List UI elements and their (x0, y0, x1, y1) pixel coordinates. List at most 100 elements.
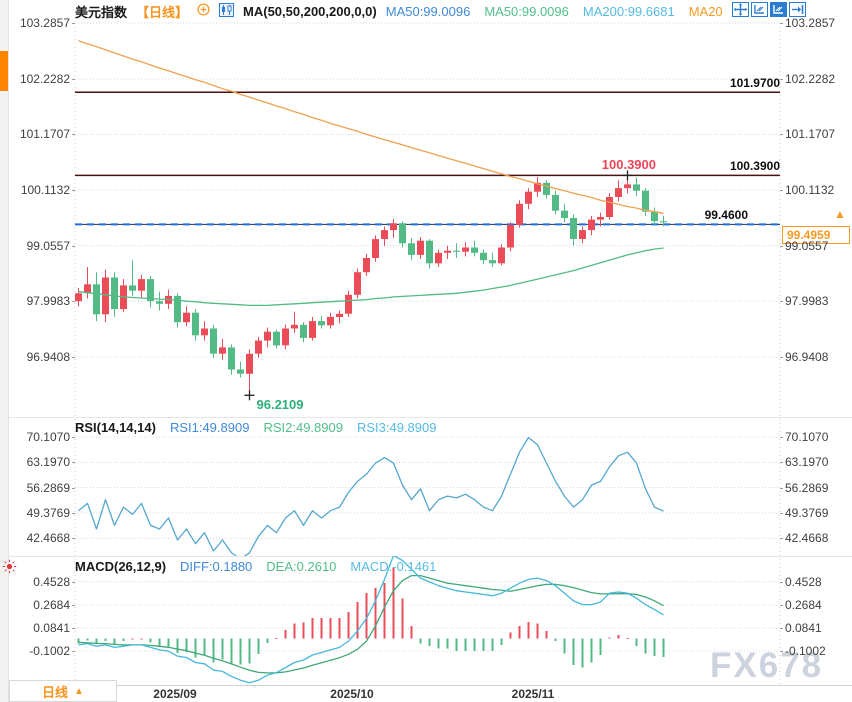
axis-tick (780, 628, 783, 629)
axis-tick (780, 582, 783, 583)
legend-item: RSI2:49.8909 (263, 420, 343, 435)
axis-tick (72, 538, 75, 539)
axis-tick (780, 23, 783, 24)
axis-label: 99.0557 (785, 239, 849, 253)
legend-item: MACD:-0.1461 (350, 559, 436, 574)
kline-chart-icon[interactable] (219, 3, 234, 20)
move-icon[interactable] (732, 2, 749, 20)
level-line-label: 99.4600 (608, 208, 748, 222)
axis-label: 63.1970 (785, 455, 849, 469)
chart-header: 美元指数 【日线】 MA(50,50,200,200,0,0) MA50:99.… (9, 0, 852, 22)
axis-label: 0.2684 (0, 598, 70, 612)
date-axis-bar (0, 685, 852, 702)
axis-tick (72, 79, 75, 80)
chart-window: 美元指数 【日线】 MA(50,50,200,200,0,0) MA50:99.… (0, 0, 852, 702)
axis-tick (72, 357, 75, 358)
legend-item: MA20 (689, 4, 723, 19)
axis-tick (72, 605, 75, 606)
axis-label: 100.1132 (0, 183, 70, 197)
date-label: 2025/10 (330, 687, 373, 701)
axis-tick (72, 246, 75, 247)
ma-legend: MA50:99.0096 MA50:99.0096 MA200:99.6681 MA2… (386, 4, 723, 19)
axis-tick (780, 134, 783, 135)
axis-label: 96.9408 (785, 350, 849, 364)
axis-tick (72, 437, 75, 438)
axis-label: 49.3769 (785, 506, 849, 520)
period-selector-label: 日线 (42, 682, 68, 701)
axis-label: 100.1132 (785, 183, 849, 197)
axis-label: 97.9983 (785, 294, 849, 308)
legend-item: RSI3:49.8909 (357, 420, 437, 435)
period-badge: 【日线】 (136, 2, 188, 21)
axis-tick (780, 651, 783, 652)
ma-settings-label: MA(50,50,200,200,0,0) (243, 4, 377, 19)
rsi-legend: RSI1:49.8909 RSI2:49.8909 RSI3:49.8909 (170, 420, 437, 435)
level-line-label: 100.3900 (640, 159, 780, 173)
axis-tick (72, 462, 75, 463)
date-label: 2025/11 (512, 687, 555, 701)
axis-label: 96.9408 (0, 350, 70, 364)
alert-sun-icon[interactable] (2, 559, 17, 577)
axis-label: 49.3769 (0, 506, 70, 520)
axis-tick (72, 23, 75, 24)
period-selector[interactable]: 日线 ▲ (9, 680, 117, 702)
axis-tick (72, 651, 75, 652)
high-price-label: 100.3900 (570, 158, 656, 172)
axis-tick (780, 301, 783, 302)
date-label: 2025/09 (153, 687, 196, 701)
axis-tick (72, 582, 75, 583)
axis-label: 70.1070 (0, 430, 70, 444)
macd-legend: DIFF:0.1880 DEA:0.2610 MACD:-0.1461 (180, 559, 436, 574)
price-up-arrow-icon: ▲ (834, 208, 846, 220)
legend-item: RSI1:49.8909 (170, 420, 250, 435)
axis-tick (72, 134, 75, 135)
axis-label: 70.1070 (785, 430, 849, 444)
axis-tick (780, 357, 783, 358)
legend-item: MA50:99.0096 (386, 4, 471, 19)
axis-label: 101.1707 (0, 127, 70, 141)
axis-tick (780, 437, 783, 438)
low-price-label: 96.2109 (257, 398, 304, 412)
rsi-header-row: RSI(14,14,14) RSI1:49.8909RSI2:49.8909RS… (75, 420, 436, 435)
axis-tick (780, 513, 783, 514)
axis-label: 56.2869 (0, 481, 70, 495)
legend-item: DEA:0.2610 (266, 559, 336, 574)
axis-tick (780, 79, 783, 80)
axis-tick (72, 190, 75, 191)
macd-header: MACD(26,12,9) (75, 559, 166, 574)
axis-label: 102.2282 (0, 72, 70, 86)
axis-label: 101.1707 (785, 127, 849, 141)
legend-item: MA200:99.6681 (583, 4, 675, 19)
level-line-label: 101.9700 (640, 76, 780, 90)
axis-label: 0.2684 (785, 598, 849, 612)
triangle-up-icon: ▲ (74, 686, 84, 697)
chart-toolbar (732, 2, 806, 20)
axis-tick (780, 462, 783, 463)
axis-tick (72, 628, 75, 629)
macd-header-row: MACD(26,12,9) DIFF:0.1880 DEA:0.2610 MACD:… (75, 559, 436, 574)
left-scrollbar[interactable] (0, 0, 9, 702)
axis-label: 0.4528 (785, 575, 849, 589)
axis-tick (780, 488, 783, 489)
legend-item: MA50:99.0096 (484, 4, 569, 19)
axis-tick (780, 190, 783, 191)
axis-tick (780, 538, 783, 539)
axis-scale-icon[interactable] (751, 2, 768, 20)
axis-label: 42.4668 (0, 531, 70, 545)
axis-tick (72, 488, 75, 489)
pan-right-icon[interactable] (789, 2, 806, 20)
legend-item: DIFF:0.1880 (180, 559, 252, 574)
scrollbar-thumb[interactable] (0, 51, 8, 91)
axis-label: 99.0557 (0, 239, 70, 253)
axis-label: 63.1970 (0, 455, 70, 469)
axis-label: 56.2869 (785, 481, 849, 495)
axis-label: 0.0841 (785, 621, 849, 635)
axis-tick (780, 605, 783, 606)
chart-canvas[interactable] (0, 0, 852, 702)
axis-label: 0.0841 (0, 621, 70, 635)
add-indicator-icon[interactable] (197, 3, 210, 19)
chart-title: 美元指数 (75, 2, 127, 21)
axis-label: -0.1002 (0, 644, 70, 658)
axis-scale-active-icon[interactable] (770, 2, 787, 20)
axis-tick (72, 513, 75, 514)
